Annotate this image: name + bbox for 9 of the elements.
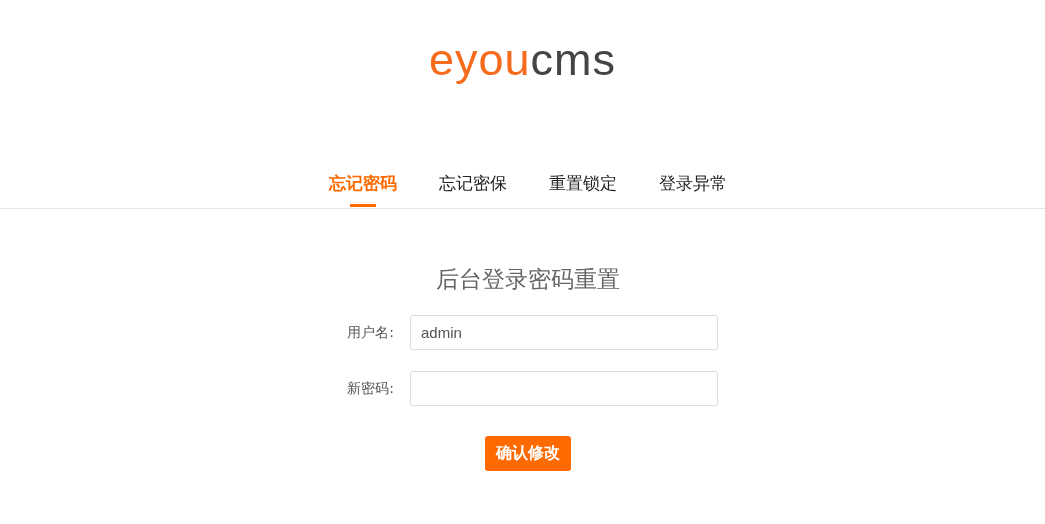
input-field[interactable]: admin (410, 315, 718, 350)
field-label: 用户名: (346, 323, 394, 342)
tab[interactable]: 忘记密保 (439, 164, 507, 208)
tab[interactable]: 登录异常 (659, 164, 727, 208)
form-title: 后台登录密码重置 (434, 265, 620, 294)
logo: eyoucms (428, 36, 617, 84)
field-label: 新密码: (346, 379, 394, 398)
input-field[interactable] (410, 371, 718, 406)
tab[interactable]: 重置锁定 (549, 164, 617, 208)
